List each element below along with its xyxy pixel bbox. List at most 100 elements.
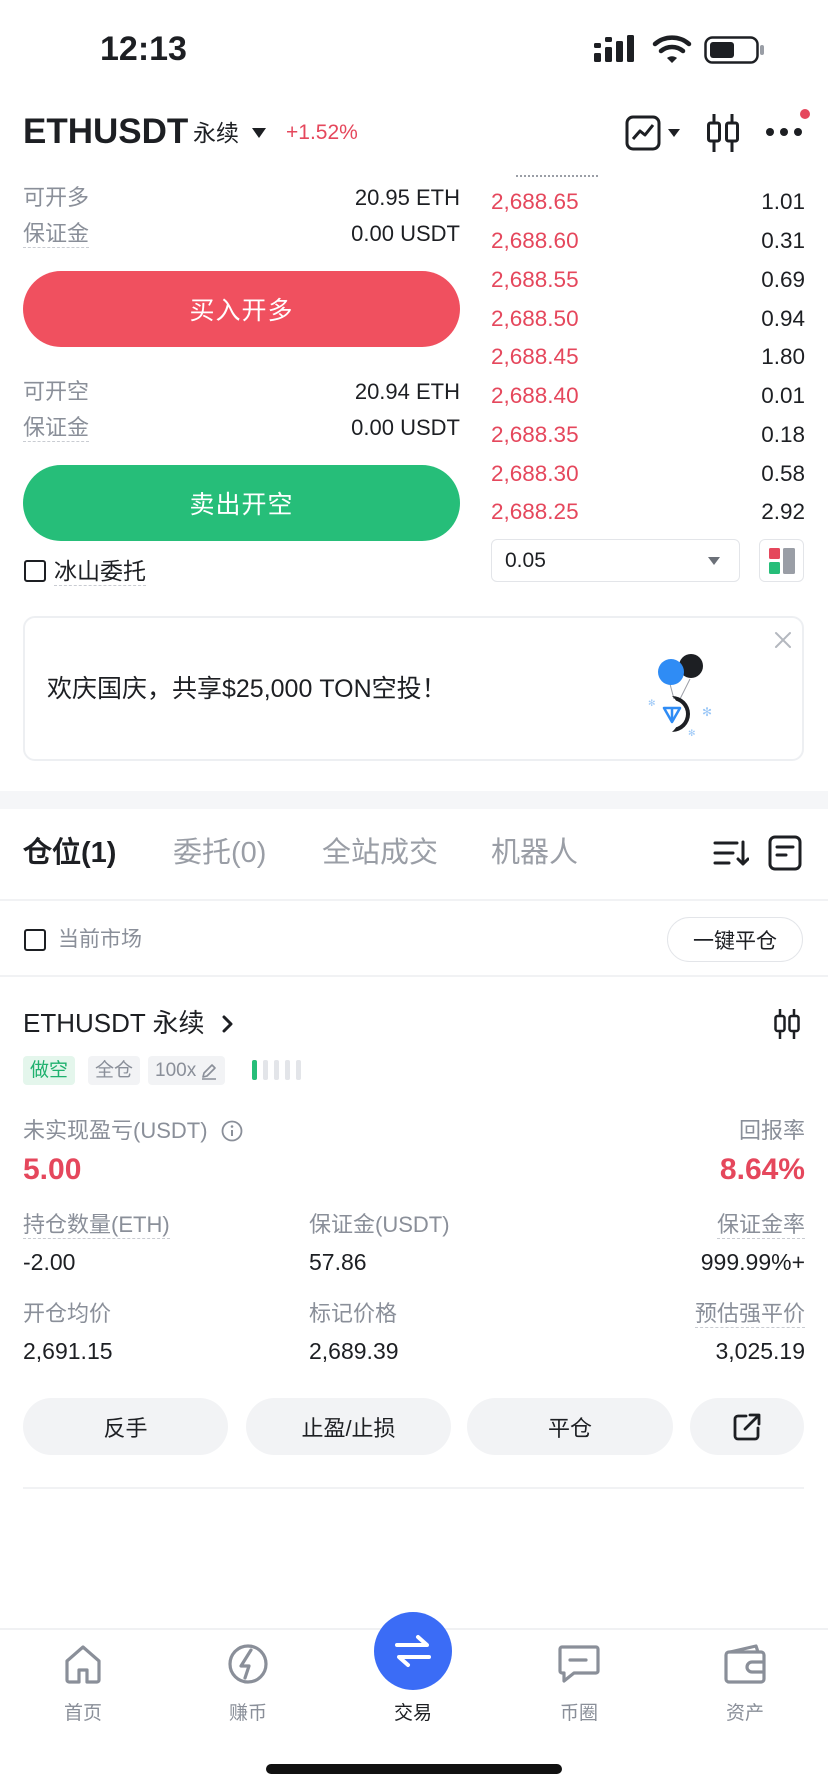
margin-ratio-value: 999.99%+ [700,1249,805,1275]
ask-qty: 2.92 [761,499,805,525]
section-divider [0,791,828,809]
ask-qty: 0.01 [761,383,805,409]
nav-trade-label[interactable]: 交易 [353,1698,473,1725]
nav-assets-label: 资产 [725,1703,764,1724]
symbol-title[interactable]: ETHUSDT [23,110,188,154]
cellular-signal-icon [594,35,634,62]
ask-price: 2,688.60 [491,228,579,254]
svg-text:✻: ✻ [702,705,712,719]
candlestick-icon[interactable] [706,112,740,154]
unrealized-pnl-value: 5.00 [23,1153,82,1186]
tab-bots[interactable]: 机器人 [491,834,578,872]
unrealized-pnl-label: 未实现盈亏(USDT) [23,1118,208,1143]
precision-value: 0.05 [505,549,546,572]
ask-qty: 0.69 [761,266,805,292]
iceberg-label-text[interactable]: 冰山委托 [54,558,146,586]
current-market-label[interactable]: 当前市场 [58,926,142,954]
short-available-value: 20.94 ETH [354,379,460,404]
leverage-tag[interactable]: 100x [148,1056,226,1085]
sort-icon[interactable] [713,838,749,868]
ask-price: 2,688.25 [491,499,579,525]
margin-value: 57.86 [309,1249,367,1275]
current-market-checkbox[interactable] [24,929,46,951]
chart-icon[interactable] [624,114,664,152]
orderbook-row[interactable]: 2,688.60 0.31 [491,222,805,261]
long-available-label: 可开多 [23,185,90,210]
contract-type[interactable]: 永续 [193,118,239,148]
orderbook-row[interactable]: 2,688.25 2.92 [491,493,805,532]
short-margin-label-text[interactable]: 保证金 [23,415,90,442]
promo-banner[interactable]: 欢庆国庆，共享$25,000 TON空投！ ✻ ✻ ✻ [23,616,804,761]
order-history-icon[interactable] [768,835,802,871]
orderbook-row[interactable]: 2,688.50 0.94 [491,299,805,338]
ask-price: 2,688.45 [491,344,579,370]
buy-long-button[interactable]: 买入开多 [23,271,460,347]
edit-icon [202,1063,217,1080]
liq-price-label[interactable]: 预估强平价 [694,1300,805,1328]
long-margin-label-text[interactable]: 保证金 [23,221,90,248]
chevron-right-icon[interactable] [222,1015,234,1033]
roe-label: 回报率 [738,1118,805,1143]
long-margin-label: 保证金 [23,220,90,248]
ask-qty: 0.58 [761,460,805,486]
size-label[interactable]: 持仓数量(ETH) [23,1211,170,1239]
nav-home[interactable]: 首页 [23,1642,143,1732]
close-position-button[interactable]: 平仓 [467,1398,673,1455]
status-time: 12:13 [100,30,187,68]
nav-earn[interactable]: 赚币 [188,1642,308,1732]
margin-ratio-label[interactable]: 保证金率 [716,1211,805,1239]
chevron-down-icon [708,557,720,565]
tab-market-trades[interactable]: 全站成交 [322,834,438,872]
iceberg-checkbox[interactable] [24,560,46,582]
header-bar: ETHUSDT 永续 +1.52% [0,100,828,164]
chat-icon [558,1645,600,1683]
nav-trade-button[interactable] [374,1612,452,1690]
mark-price-label: 标记价格 [309,1301,398,1326]
position-chart-icon[interactable] [773,1008,801,1040]
tab-positions[interactable]: 仓位(1) [23,834,116,872]
adl-indicator-icon [252,1060,301,1080]
ask-qty: 1.01 [761,189,805,215]
filter-divider [0,975,828,977]
share-button[interactable] [690,1398,804,1455]
orderbook-row[interactable]: 2,688.45 1.80 [491,338,805,377]
orderbook-row[interactable]: 2,688.40 0.01 [491,377,805,416]
sell-short-button[interactable]: 卖出开空 [23,465,460,541]
nav-community[interactable]: 币圈 [519,1642,639,1732]
size-value: -2.00 [23,1249,76,1275]
banner-text: 欢庆国庆，共享$25,000 TON空投！ [47,675,447,703]
caret-down-icon[interactable] [251,127,267,139]
close-icon[interactable] [774,631,792,649]
tpsl-button[interactable]: 止盈/止损 [246,1398,451,1455]
margin-label: 保证金(USDT) [309,1212,450,1237]
close-all-button[interactable]: 一键平仓 [667,917,803,962]
precision-select[interactable]: 0.05 [491,539,740,582]
orderbook-layout-button[interactable] [759,539,804,582]
tabs-divider [0,899,828,901]
iceberg-label[interactable]: 冰山委托 [54,556,146,586]
orderbook-row[interactable]: 2,688.65 1.01 [491,183,805,222]
nav-home-label: 首页 [63,1703,102,1724]
reverse-button[interactable]: 反手 [23,1398,228,1455]
chart-caret-icon[interactable] [667,128,681,138]
entry-price-value: 2,691.15 [23,1338,113,1364]
position-symbol-text: ETHUSDT [23,1008,146,1038]
position-symbol[interactable]: ETHUSDT 永续 [23,1007,205,1039]
more-icon[interactable] [764,126,804,138]
long-available-value: 20.95 ETH [354,185,460,210]
home-indicator [266,1764,562,1774]
ask-qty: 0.31 [761,228,805,254]
card-divider [23,1487,804,1489]
liq-price-label-text: 预估强平价 [694,1301,805,1328]
info-icon[interactable] [221,1120,243,1142]
short-margin-value: 0.00 USDT [351,415,460,440]
orderbook-row[interactable]: 2,688.35 0.18 [491,416,805,455]
orderbook-row[interactable]: 2,688.55 0.69 [491,261,805,300]
tab-orders[interactable]: 委托(0) [173,834,266,872]
nav-assets[interactable]: 资产 [685,1642,805,1732]
ton-balloon-illustration: ✻ ✻ ✻ [648,654,712,739]
notification-dot [800,109,810,119]
leverage-value: 100x [155,1060,197,1081]
orderbook-row[interactable]: 2,688.30 0.58 [491,454,805,493]
ask-qty: 1.80 [761,344,805,370]
